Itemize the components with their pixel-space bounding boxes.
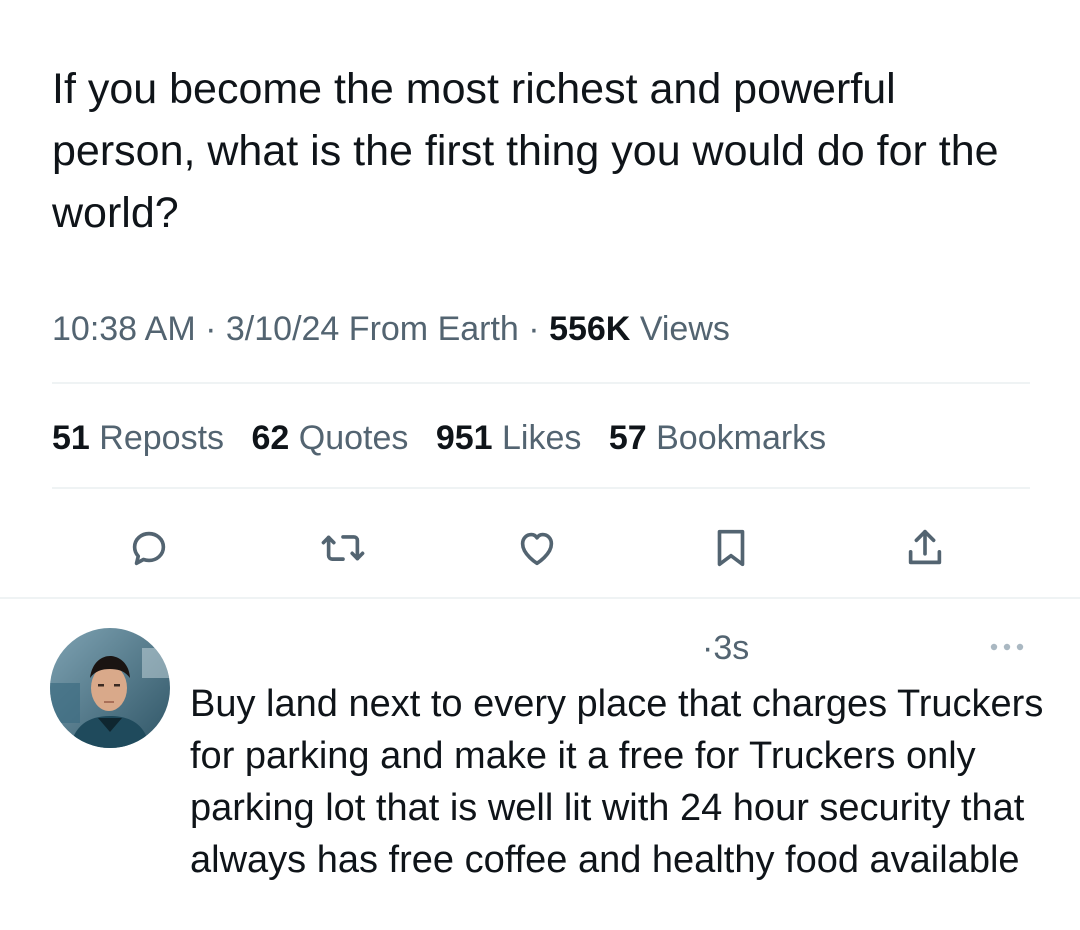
like-button[interactable] — [507, 518, 567, 578]
repost-button[interactable] — [313, 518, 373, 578]
post-date[interactable]: 3/10/24 — [226, 310, 339, 348]
divider — [0, 597, 1080, 599]
stat-quotes[interactable]: 62 Quotes — [251, 419, 408, 457]
bookmark-button[interactable] — [701, 518, 761, 578]
stat-bookmarks[interactable]: 57 Bookmarks — [609, 419, 826, 457]
share-button[interactable] — [895, 518, 955, 578]
stat-likes[interactable]: 951 Likes — [436, 419, 582, 457]
post-meta: 10:38 AM · 3/10/24 From Earth · 556K Vie… — [52, 305, 730, 353]
heart-icon — [520, 532, 554, 566]
post-text: If you become the most richest and power… — [52, 65, 999, 237]
avatar[interactable] — [50, 628, 170, 748]
reply-text: Buy land next to every place that charge… — [190, 683, 1044, 881]
views-count[interactable]: 556K — [549, 310, 630, 348]
avatar-image — [50, 628, 170, 748]
speech-bubble-icon — [132, 531, 166, 566]
divider — [52, 382, 1030, 384]
meta-separator: · — [205, 310, 217, 348]
divider — [52, 487, 1030, 489]
post-detail-page: If you become the most richest and power… — [0, 0, 1080, 930]
more-button[interactable] — [984, 632, 1030, 662]
post-location: From Earth — [348, 310, 519, 348]
reply-item[interactable]: ·3s Buy land next to every place that ch… — [0, 600, 1080, 930]
post-time[interactable]: 10:38 AM — [52, 310, 196, 348]
bookmark-icon — [717, 529, 745, 567]
stat-reposts[interactable]: 51 Reposts — [52, 419, 224, 457]
reply-timestamp[interactable]: ·3s — [702, 626, 749, 670]
meta-separator: · — [528, 310, 540, 348]
repost-arrows-icon — [321, 535, 365, 561]
upload-share-icon — [908, 529, 942, 565]
reply-button[interactable] — [119, 518, 179, 578]
action-bar — [0, 518, 1080, 578]
views-label[interactable]: Views — [640, 310, 730, 348]
post-stats: 51 Reposts 62 Quotes 951 Likes 57 Bookma… — [52, 414, 844, 462]
more-dots-icon — [990, 643, 1024, 651]
